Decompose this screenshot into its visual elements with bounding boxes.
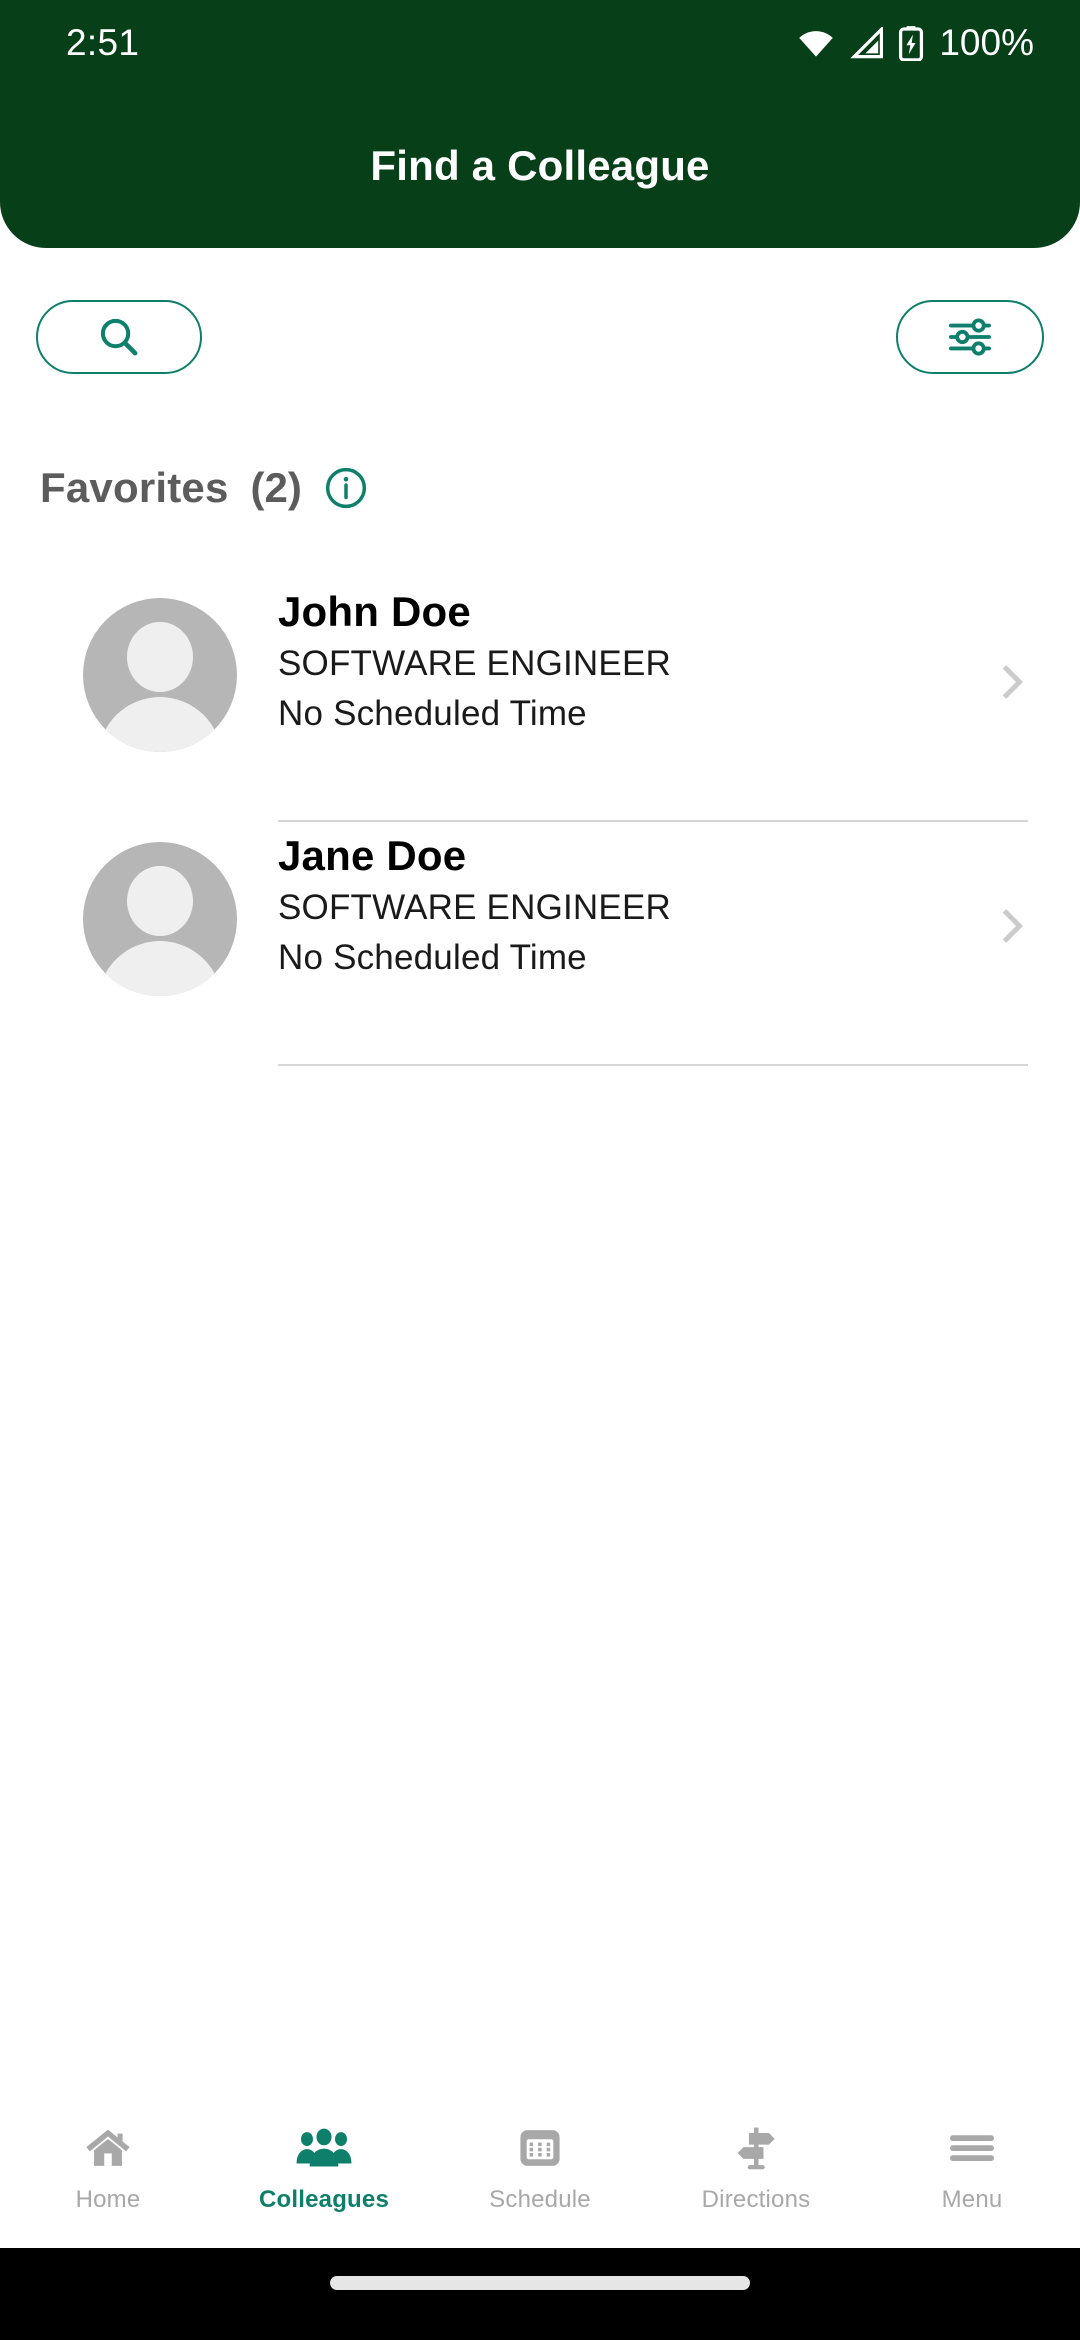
home-icon [83,2122,133,2174]
bottom-navigation-bar: Home Colleagues Schedule Directions Menu [0,2100,1080,2248]
app-screen: 2:51 100% Find a Colleague Favorites (2)… [0,0,1080,2340]
colleague-name: John Doe [278,588,471,635]
toolbar-row [0,300,1080,398]
calendar-icon [515,2122,565,2174]
nav-label-home: Home [75,2186,141,2213]
filter-button[interactable] [896,300,1044,374]
nav-item-home[interactable]: Home [0,2100,216,2214]
system-gesture-bar [0,2248,1080,2340]
avatar-body [98,941,222,996]
wifi-icon [796,27,836,59]
avatar-head [127,622,193,692]
list-divider [278,1064,1028,1066]
status-bar-time: 2:51 [66,22,140,63]
nav-label-directions: Directions [701,2186,811,2213]
chevron-right-icon[interactable] [992,662,1032,702]
nav-label-colleagues: Colleagues [258,2186,390,2213]
colleague-name: Jane Doe [278,832,467,879]
chevron-right-icon[interactable] [992,906,1032,946]
section-count: (2) [250,464,302,511]
battery-percentage: 100% [939,22,1034,63]
search-icon [96,314,142,360]
info-circle-icon[interactable] [324,466,368,510]
section-title: Favorites [40,464,229,511]
colleague-details: John Doe SOFTWARE ENGINEER No Scheduled … [278,586,671,736]
nav-item-schedule[interactable]: Schedule [432,2100,648,2214]
home-gesture-handle[interactable] [330,2276,750,2290]
battery-charging-icon [898,25,924,61]
nav-item-directions[interactable]: Directions [648,2100,864,2214]
app-header: 2:51 100% Find a Colleague [0,0,1080,248]
hamburger-menu-icon [946,2122,998,2174]
colleagues-list: John Doe SOFTWARE ENGINEER No Scheduled … [0,578,1080,1066]
colleague-details: Jane Doe SOFTWARE ENGINEER No Scheduled … [278,830,671,980]
filter-sliders-icon [947,316,993,358]
status-bar: 2:51 100% [0,0,1080,86]
signpost-icon [731,2122,781,2174]
cellular-signal-icon [849,27,885,59]
colleague-list-item[interactable]: John Doe SOFTWARE ENGINEER No Scheduled … [0,578,1080,822]
favorites-section-header: Favorites (2) [40,464,368,512]
nav-label-schedule: Schedule [489,2186,591,2213]
person-placeholder-avatar [83,842,237,996]
nav-item-colleagues[interactable]: Colleagues [216,2100,432,2214]
status-bar-indicators: 100% [796,22,1034,64]
colleague-list-item[interactable]: Jane Doe SOFTWARE ENGINEER No Scheduled … [0,822,1080,1066]
colleague-schedule: No Scheduled Time [278,693,587,733]
nav-item-menu[interactable]: Menu [864,2100,1080,2214]
avatar-body [98,697,222,752]
people-group-icon [295,2122,353,2174]
nav-label-menu: Menu [941,2186,1003,2213]
colleague-role: SOFTWARE ENGINEER [278,644,671,684]
colleague-schedule: No Scheduled Time [278,937,587,977]
search-button[interactable] [36,300,202,374]
avatar-head [127,866,193,936]
colleague-role: SOFTWARE ENGINEER [278,888,671,928]
person-placeholder-avatar [83,598,237,752]
page-title: Find a Colleague [370,142,710,189]
